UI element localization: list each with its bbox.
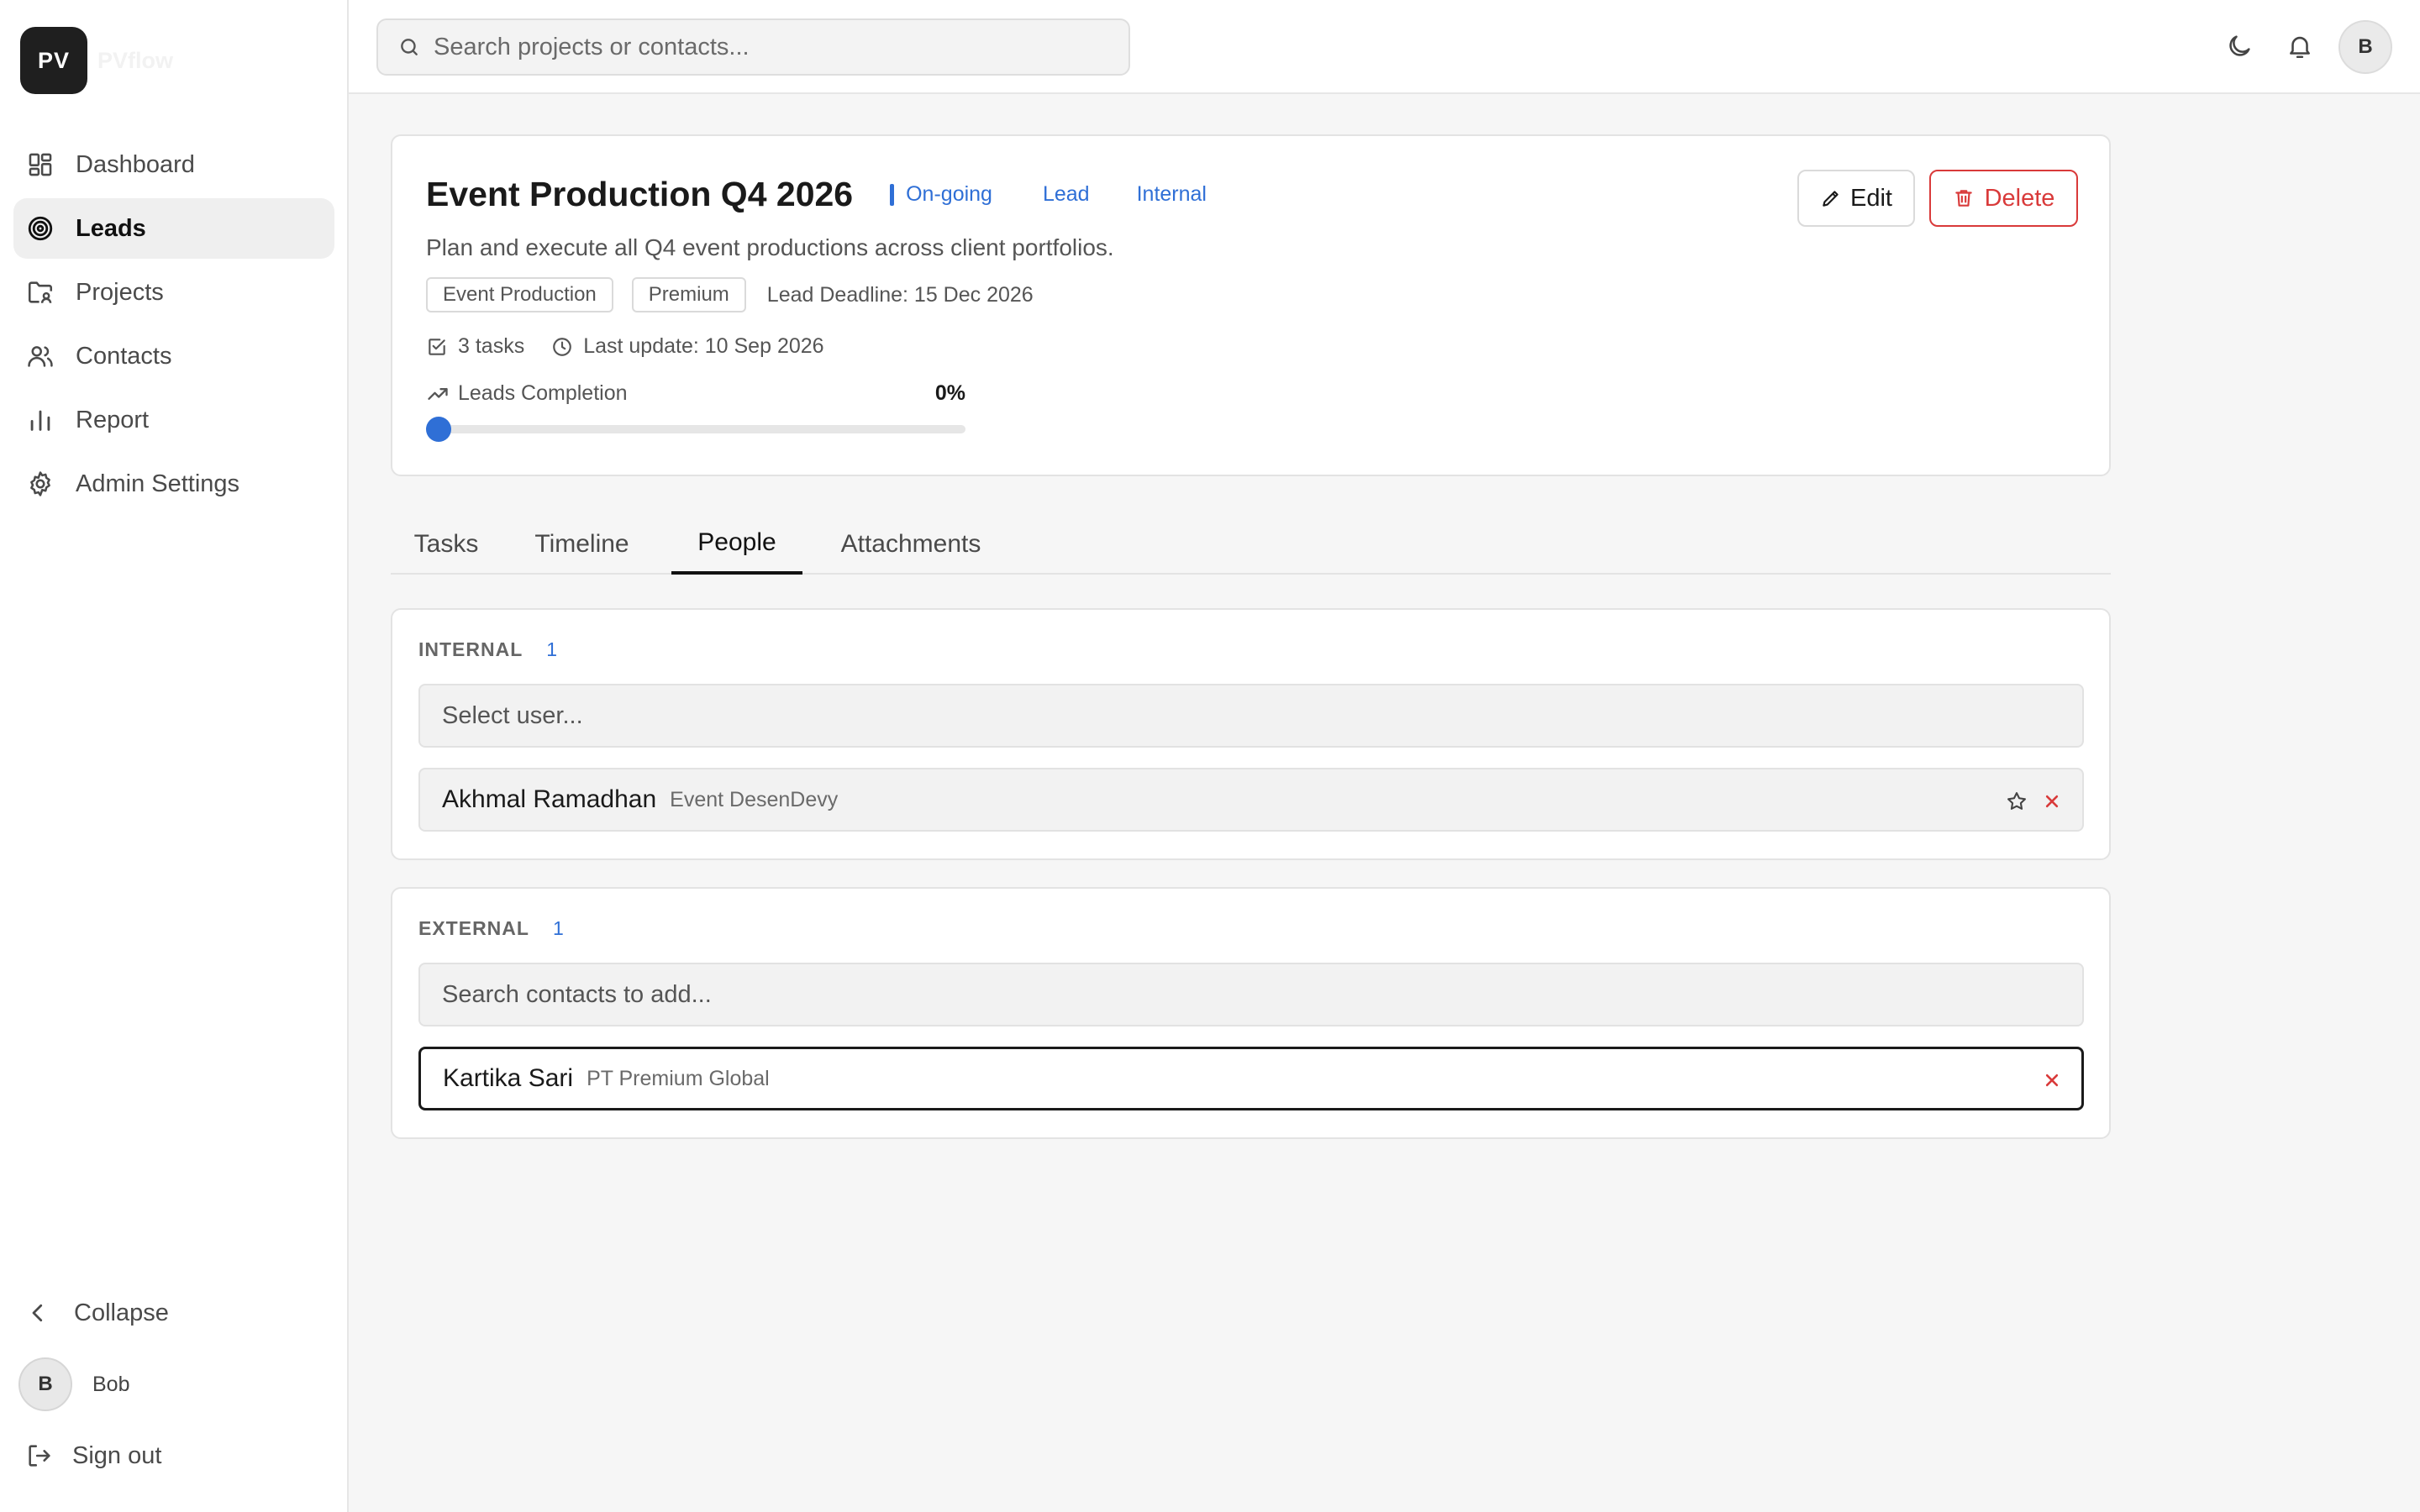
sidebar-item-label: Contacts: [76, 342, 172, 370]
trending-up-icon: [426, 382, 450, 406]
detail-tabs: Tasks Timeline People Attachments: [391, 514, 2111, 575]
list-item[interactable]: Akhmal Ramadhan Event DesenDevy: [418, 768, 2084, 832]
project-meta: 3 tasks Last update: 10 Sep 2026: [426, 334, 824, 359]
scope-badge: Internal: [1136, 182, 1207, 206]
trash-icon: [1953, 187, 1975, 209]
sidebar-item-label: Dashboard: [76, 150, 195, 178]
sidebar: PV PVflow Dashboard Leads Projects Conta…: [0, 0, 349, 1512]
top-bar: B: [349, 0, 2420, 94]
section-count: 1: [546, 638, 558, 660]
sidebar-item-label: Projects: [76, 278, 164, 306]
sidebar-item-dashboard[interactable]: Dashboard: [13, 134, 334, 195]
sidebar-item-label: Leads: [76, 214, 146, 242]
tab-label: Attachments: [840, 530, 981, 558]
user-name: Bob: [92, 1372, 130, 1396]
tag-event-production: Event Production: [426, 277, 613, 312]
tag-row: Event Production Premium Lead Deadline: …: [426, 277, 1034, 312]
remove-icon[interactable]: [2040, 790, 2064, 813]
sidebar-item-label: Admin Settings: [76, 470, 240, 497]
dashboard-icon: [26, 150, 55, 179]
search-contacts-input[interactable]: Search contacts to add...: [418, 963, 2084, 1026]
sidebar-item-label: Report: [76, 406, 150, 433]
folder-user-icon: [26, 278, 55, 307]
checkbox-icon: [426, 336, 448, 358]
section-header: EXTERNAL 1: [418, 917, 564, 940]
current-user[interactable]: B Bob: [18, 1357, 129, 1411]
global-search[interactable]: [376, 18, 1130, 76]
person-name: Kartika Sari: [443, 1064, 574, 1092]
pencil-icon: [1820, 187, 1842, 209]
tag-premium: Premium: [631, 277, 746, 312]
select-user-dropdown[interactable]: Select user...: [418, 684, 2084, 748]
project-description: Plan and execute all Q4 event production…: [426, 234, 1114, 260]
sidebar-nav: Dashboard Leads Projects Contacts Report: [13, 134, 334, 517]
sidebar-item-report[interactable]: Report: [13, 390, 334, 450]
app-name: PVflow: [97, 47, 174, 73]
tab-timeline[interactable]: Timeline: [525, 514, 639, 575]
progress-header: Leads Completion 0%: [426, 381, 965, 406]
delete-label: Delete: [1984, 184, 2055, 212]
progress-label: Leads Completion: [458, 381, 628, 405]
select-user-placeholder: Select user...: [442, 701, 583, 729]
sidebar-item-leads[interactable]: Leads: [13, 198, 334, 259]
tab-label: Timeline: [534, 530, 629, 558]
sign-out-label: Sign out: [72, 1441, 162, 1469]
star-icon[interactable]: [2005, 790, 2028, 813]
dark-mode-toggle-icon[interactable]: [2225, 32, 2254, 60]
chevron-left-icon: [25, 1300, 50, 1326]
page-title: Event Production Q4 2026: [426, 175, 854, 213]
clock-icon: [551, 336, 573, 358]
tab-people[interactable]: People: [671, 514, 802, 575]
tab-label: People: [697, 528, 776, 556]
bar-chart-icon: [26, 406, 55, 434]
collapse-label: Collapse: [74, 1299, 169, 1326]
collapse-button[interactable]: Collapse: [25, 1292, 169, 1334]
person-name: Akhmal Ramadhan: [442, 785, 657, 813]
person-organization: PT Premium Global: [587, 1066, 770, 1090]
search-input[interactable]: [434, 33, 1106, 61]
tab-attachments[interactable]: Attachments: [827, 514, 995, 575]
project-title-row: Event Production Q4 2026 On-going Lead I…: [426, 175, 1207, 214]
remove-icon[interactable]: [2040, 1068, 2064, 1092]
sidebar-item-admin-settings[interactable]: Admin Settings: [13, 454, 334, 514]
section-header: INTERNAL 1: [418, 638, 557, 661]
lead-deadline: Lead Deadline: 15 Dec 2026: [766, 282, 1034, 307]
section-title: EXTERNAL: [418, 917, 529, 939]
sidebar-item-projects[interactable]: Projects: [13, 262, 334, 323]
progress-handle[interactable]: [426, 417, 451, 442]
delete-button[interactable]: Delete: [1929, 170, 2078, 227]
project-header-card: Event Production Q4 2026 On-going Lead I…: [391, 134, 2111, 476]
sign-out-icon: [25, 1441, 54, 1470]
type-badge: Lead: [1042, 182, 1090, 206]
sidebar-item-contacts[interactable]: Contacts: [13, 326, 334, 386]
section-title: INTERNAL: [418, 638, 523, 660]
edit-button[interactable]: Edit: [1797, 170, 1915, 227]
sign-out-button[interactable]: Sign out: [25, 1435, 161, 1477]
internal-people-section: INTERNAL 1 Select user... Akhmal Ramadha…: [391, 608, 2111, 860]
user-avatar-button[interactable]: B: [2338, 20, 2392, 74]
target-icon: [26, 214, 55, 243]
status-label: On-going: [906, 182, 992, 206]
tasks-count: 3 tasks: [458, 334, 525, 358]
last-update: Last update: 10 Sep 2026: [583, 334, 824, 358]
bell-icon[interactable]: [2286, 32, 2314, 60]
search-icon: [398, 36, 420, 58]
tab-label: Tasks: [413, 530, 479, 558]
external-people-section: EXTERNAL 1 Search contacts to add... Kar…: [391, 887, 2111, 1139]
edit-label: Edit: [1850, 184, 1892, 212]
gear-icon: [26, 470, 55, 498]
progress-percent: 0%: [934, 381, 965, 405]
logo: PV: [20, 27, 87, 94]
section-count: 1: [552, 917, 564, 939]
progress-slider[interactable]: [426, 417, 965, 442]
tab-tasks[interactable]: Tasks: [404, 514, 488, 575]
brand[interactable]: PV PVflow: [20, 27, 173, 94]
avatar: B: [18, 1357, 72, 1411]
status-badge: On-going: [890, 182, 992, 207]
status-bar: [890, 183, 895, 206]
users-icon: [26, 342, 55, 370]
person-organization: Event DesenDevy: [670, 787, 839, 811]
search-contacts-placeholder: Search contacts to add...: [442, 980, 712, 1008]
list-item[interactable]: Kartika Sari PT Premium Global: [418, 1047, 2084, 1110]
